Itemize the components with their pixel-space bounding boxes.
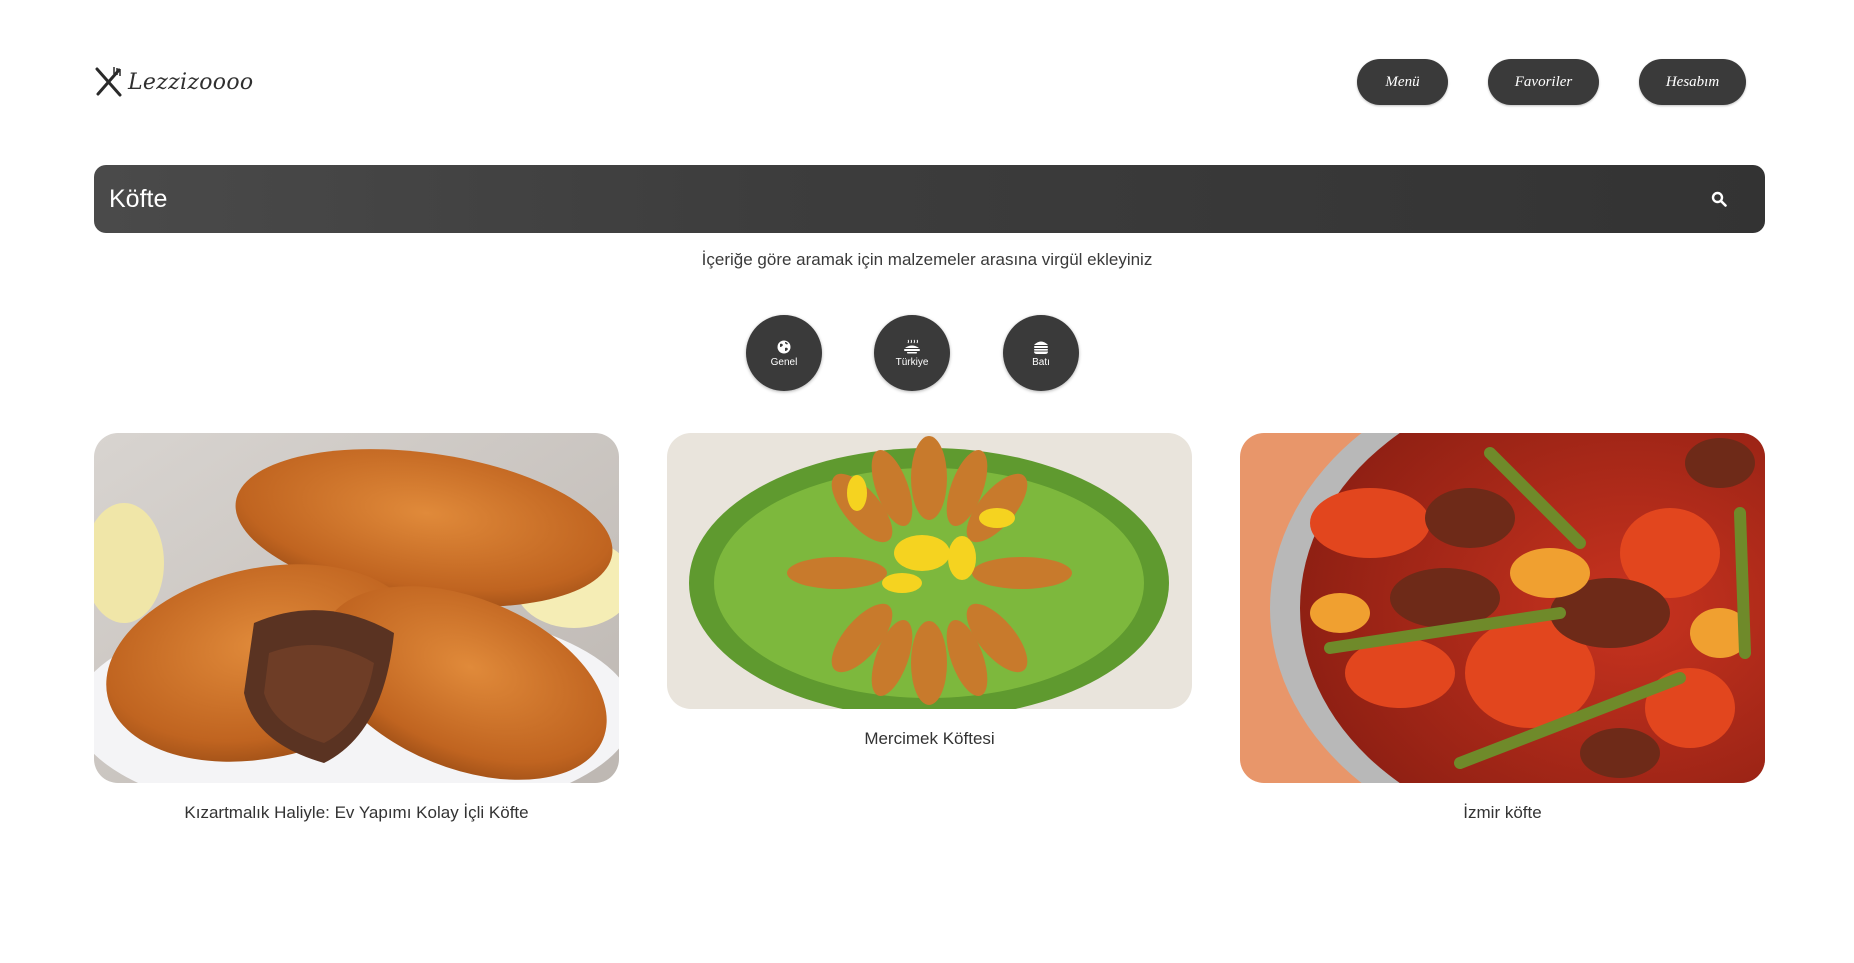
recipe-title[interactable]: İzmir köfte bbox=[1240, 803, 1765, 823]
icli-kofte-photo bbox=[94, 433, 619, 783]
turkish-dish-icon bbox=[903, 339, 921, 355]
recipe-title[interactable]: Kızartmalık Haliyle: Ev Yapımı Kolay İçl… bbox=[94, 803, 619, 823]
category-label: Türkiye bbox=[895, 356, 929, 368]
recipe-card[interactable]: Mercimek Köftesi bbox=[667, 433, 1192, 749]
search-hint: İçeriğe göre aramak için malzemeler aras… bbox=[701, 250, 1153, 269]
category-bati-button[interactable]: Batı bbox=[1003, 315, 1079, 391]
burger-icon bbox=[1032, 339, 1050, 355]
search-button[interactable] bbox=[1699, 179, 1739, 219]
category-label: Batı bbox=[1032, 356, 1050, 368]
category-label: Genel bbox=[770, 356, 798, 368]
izmir-kofte-photo bbox=[1240, 433, 1765, 783]
search-input[interactable] bbox=[94, 165, 1699, 233]
recipe-card[interactable]: İzmir köfte bbox=[1240, 433, 1765, 823]
recipe-image bbox=[94, 433, 619, 783]
menu-button[interactable]: Menü bbox=[1357, 59, 1448, 105]
recipe-card[interactable]: Kızartmalık Haliyle: Ev Yapımı Kolay İçl… bbox=[94, 433, 619, 823]
recipe-image bbox=[1240, 433, 1765, 783]
category-turkiye-button[interactable]: Türkiye bbox=[874, 315, 950, 391]
mercimek-koftesi-photo bbox=[667, 433, 1192, 709]
recipe-image bbox=[667, 433, 1192, 709]
top-nav: Menü Favoriler Hesabım bbox=[0, 59, 1854, 105]
favorites-button[interactable]: Favoriler bbox=[1488, 59, 1599, 105]
globe-icon bbox=[775, 339, 793, 355]
search-bar bbox=[94, 165, 1765, 233]
recipe-title[interactable]: Mercimek Köftesi bbox=[667, 729, 1192, 749]
category-genel-button[interactable]: Genel bbox=[746, 315, 822, 391]
search-icon bbox=[1711, 191, 1727, 207]
page: Lezzizoooo Menü Favoriler Hesabım İçeriğ… bbox=[0, 0, 1854, 963]
account-button[interactable]: Hesabım bbox=[1639, 59, 1746, 105]
